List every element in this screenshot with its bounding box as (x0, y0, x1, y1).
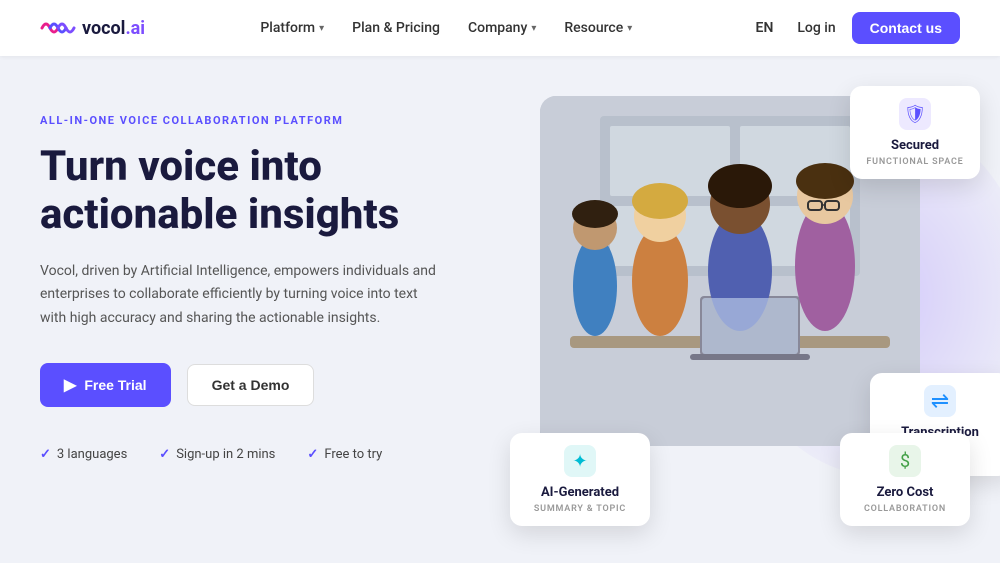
nav-item-platform[interactable]: Platform ▾ (260, 20, 324, 36)
card-ai-generated: ✦ AI-Generated SUMMARY & TOPIC (510, 433, 650, 526)
contact-button[interactable]: Contact us (852, 12, 960, 44)
hero-title: Turn voice into actionable insights (40, 143, 600, 240)
nav-item-pricing[interactable]: Plan & Pricing (352, 20, 440, 36)
nav-item-company[interactable]: Company ▾ (468, 20, 536, 36)
chevron-down-icon: ▾ (319, 23, 324, 34)
hero-section: ALL-IN-ONE VOICE COLLABORATION PLATFORM … (0, 56, 1000, 563)
card-secured: 🛡 Secured FUNCTIONAL SPACE (850, 86, 980, 179)
hero-visual: 🛡 Secured FUNCTIONAL SPACE ⇌ Transcripti… (540, 96, 1000, 536)
chevron-down-icon: ▾ (627, 23, 632, 34)
logo-icon (40, 18, 76, 38)
card-zerocost-title: Zero Cost (877, 485, 934, 500)
language-selector[interactable]: EN (748, 16, 782, 40)
translate-icon: ⇌ (924, 385, 956, 417)
badge-free: ✓ Free to try (307, 447, 382, 462)
card-ai-title: AI-Generated (541, 485, 619, 500)
badge-languages: ✓ 3 languages (40, 447, 127, 462)
logo[interactable]: vocol.ai (40, 18, 145, 39)
logo-svg (40, 18, 76, 38)
dollar-icon: $ (889, 445, 921, 477)
navbar: vocol.ai Platform ▾ Plan & Pricing Compa… (0, 0, 1000, 56)
card-secured-title: Secured (891, 138, 939, 153)
nav-item-resource[interactable]: Resource ▾ (564, 20, 632, 36)
logo-text: vocol.ai (82, 18, 145, 39)
card-zero-cost: $ Zero Cost COLLABORATION (840, 433, 970, 526)
badge-signup: ✓ Sign-up in 2 mins (159, 447, 275, 462)
ai-icon: ✦ (564, 445, 596, 477)
hero-buttons: ▶ Free Trial Get a Demo (40, 363, 600, 407)
shield-icon: 🛡 (899, 98, 931, 130)
card-ai-subtitle: SUMMARY & TOPIC (534, 504, 626, 514)
get-demo-button[interactable]: Get a Demo (187, 364, 315, 406)
nav-links: Platform ▾ Plan & Pricing Company ▾ Reso… (260, 20, 632, 36)
card-zerocost-subtitle: COLLABORATION (864, 504, 946, 514)
free-trial-button[interactable]: ▶ Free Trial (40, 363, 171, 407)
card-secured-subtitle: FUNCTIONAL SPACE (866, 157, 963, 167)
nav-right: EN Log in Contact us (748, 12, 960, 44)
login-button[interactable]: Log in (797, 20, 835, 36)
trial-icon: ▶ (64, 375, 76, 395)
hero-subtitle: ALL-IN-ONE VOICE COLLABORATION PLATFORM (40, 114, 600, 127)
chevron-down-icon: ▾ (531, 23, 536, 34)
hero-description: Vocol, driven by Artificial Intelligence… (40, 260, 440, 331)
